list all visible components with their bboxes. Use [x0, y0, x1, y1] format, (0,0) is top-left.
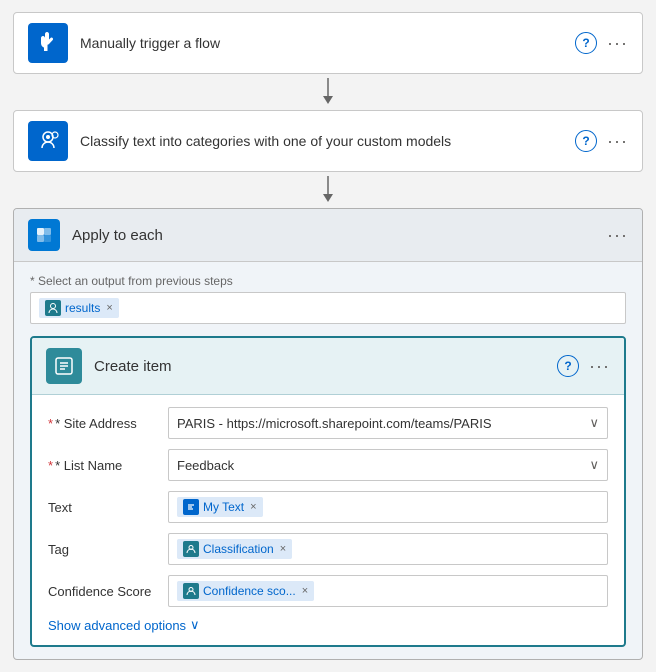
confidence-score-row: Confidence Score Confidence sco...	[48, 575, 608, 607]
create-item-card: Create item ? ··· ** Site Address PARIS …	[30, 336, 626, 647]
create-item-more-icon[interactable]: ···	[589, 356, 610, 377]
results-token-label: results	[65, 301, 100, 315]
list-name-row: ** List Name Feedback ∨	[48, 449, 608, 481]
manual-trigger-icon	[28, 23, 68, 63]
select-output-input[interactable]: results ×	[30, 292, 626, 324]
classify-text-actions: ? ···	[575, 130, 628, 152]
site-address-row: ** Site Address PARIS - https://microsof…	[48, 407, 608, 439]
manual-trigger-title: Manually trigger a flow	[80, 35, 575, 51]
step-manual-trigger: Manually trigger a flow ? ···	[13, 12, 643, 74]
confidence-score-token-label: Confidence sco...	[203, 584, 296, 598]
site-address-required: *	[48, 416, 53, 431]
site-address-value: PARIS - https://microsoft.sharepoint.com…	[177, 416, 589, 431]
classify-text-title: Classify text into categories with one o…	[80, 133, 575, 149]
classify-text-more-icon[interactable]: ···	[607, 131, 628, 152]
apply-to-each-block: Apply to each ··· * Select an output fro…	[13, 208, 643, 660]
tag-input[interactable]: Classification ×	[168, 533, 608, 565]
text-input[interactable]: My Text ×	[168, 491, 608, 523]
text-label: Text	[48, 500, 168, 515]
manual-trigger-actions: ? ···	[575, 32, 628, 54]
create-item-actions: ? ···	[557, 355, 610, 377]
site-address-dropdown-icon: ∨	[589, 415, 599, 431]
text-token-icon	[183, 499, 199, 515]
show-advanced-chevron-icon: ∨	[190, 617, 200, 633]
text-token: My Text ×	[177, 497, 263, 517]
classify-text-help-icon[interactable]: ?	[575, 130, 597, 152]
arrow-2	[318, 172, 338, 208]
apply-header-title: Apply to each	[72, 227, 607, 244]
list-name-value: Feedback	[177, 458, 589, 473]
list-name-dropdown-icon: ∨	[589, 457, 599, 473]
confidence-score-token: Confidence sco... ×	[177, 581, 314, 601]
apply-header-actions: ···	[607, 225, 628, 246]
arrow-1	[318, 74, 338, 110]
manual-trigger-help-icon[interactable]: ?	[575, 32, 597, 54]
confidence-score-input[interactable]: Confidence sco... ×	[168, 575, 608, 607]
apply-body: * Select an output from previous steps r…	[14, 262, 642, 659]
select-output-label: * Select an output from previous steps	[30, 274, 626, 288]
tag-row: Tag Classification ×	[48, 533, 608, 565]
classify-text-icon	[28, 121, 68, 161]
tag-label: Tag	[48, 542, 168, 557]
list-name-label: ** List Name	[48, 458, 168, 473]
create-item-title: Create item	[94, 358, 557, 375]
step-classify-text: Classify text into categories with one o…	[13, 110, 643, 172]
create-item-icon	[46, 348, 82, 384]
results-token-close[interactable]: ×	[106, 302, 112, 314]
text-token-label: My Text	[203, 500, 244, 514]
confidence-score-token-icon	[183, 583, 199, 599]
site-address-input[interactable]: PARIS - https://microsoft.sharepoint.com…	[168, 407, 608, 439]
site-address-label: ** Site Address	[48, 416, 168, 431]
text-token-close[interactable]: ×	[250, 501, 256, 513]
flow-container: Manually trigger a flow ? ··· Classify t…	[12, 12, 644, 660]
results-token: results ×	[39, 298, 119, 318]
tag-token-close[interactable]: ×	[280, 543, 286, 555]
apply-more-icon[interactable]: ···	[607, 225, 628, 246]
list-name-input[interactable]: Feedback ∨	[168, 449, 608, 481]
show-advanced-options[interactable]: Show advanced options ∨	[48, 617, 608, 633]
create-item-header: Create item ? ···	[32, 338, 624, 395]
apply-header: Apply to each ···	[14, 209, 642, 262]
confidence-score-token-close[interactable]: ×	[302, 585, 308, 597]
tag-token-icon	[183, 541, 199, 557]
confidence-score-label: Confidence Score	[48, 584, 168, 599]
text-row: Text My Text ×	[48, 491, 608, 523]
manual-trigger-more-icon[interactable]: ···	[607, 33, 628, 54]
results-token-icon	[45, 300, 61, 316]
tag-token: Classification ×	[177, 539, 292, 559]
create-item-help-icon[interactable]: ?	[557, 355, 579, 377]
create-item-body: ** Site Address PARIS - https://microsof…	[32, 395, 624, 645]
tag-token-label: Classification	[203, 542, 274, 556]
apply-header-icon	[28, 219, 60, 251]
list-name-required: *	[48, 458, 53, 473]
